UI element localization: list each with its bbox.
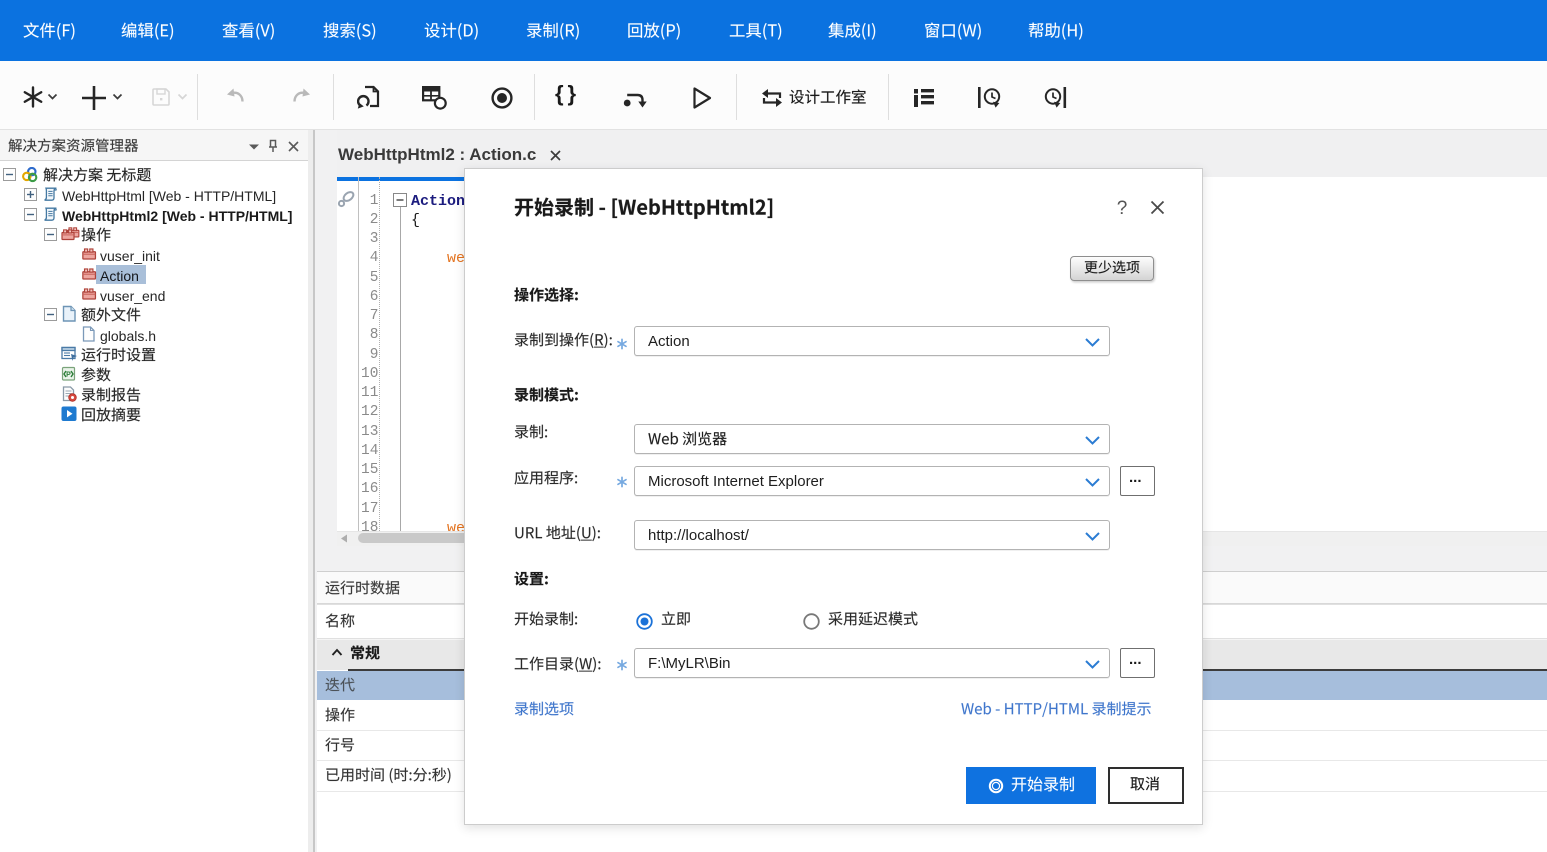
- svg-text:P: P: [66, 371, 71, 378]
- svg-text:?: ?: [1117, 198, 1128, 216]
